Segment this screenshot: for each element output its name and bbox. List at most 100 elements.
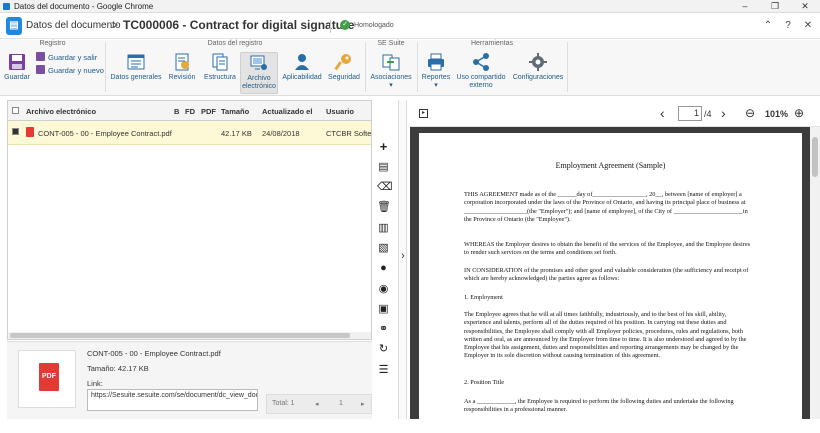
list-icon[interactable]: ☰ xyxy=(377,364,390,377)
chevron-right-icon[interactable]: › xyxy=(399,250,407,262)
restore-icon[interactable]: ❐ xyxy=(760,0,790,13)
link-icon[interactable]: ⚭ xyxy=(377,323,390,336)
trash-icon[interactable]: 🗑 xyxy=(377,201,391,214)
page-total: /4 xyxy=(704,109,712,119)
collapse-icon[interactable]: ⌃ xyxy=(761,19,775,33)
column-b[interactable]: B xyxy=(174,107,179,116)
chevron-down-icon: ▾ xyxy=(434,82,438,89)
row-checkbox[interactable] xyxy=(12,128,19,135)
group-divider xyxy=(105,42,106,92)
link-label: Link: xyxy=(87,379,103,388)
cell-tamano: 42.17 KB xyxy=(221,129,252,138)
pdf-icon: PDF xyxy=(39,363,59,391)
revision-button[interactable]: Revisión xyxy=(166,52,198,82)
electronic-file-button[interactable]: Archivo electrónico xyxy=(240,52,278,94)
close-window-icon[interactable]: ✕ xyxy=(790,0,820,13)
sidebar-toggle-icon[interactable]: ▸ xyxy=(419,109,428,118)
group-datos-title: Datos del registro xyxy=(207,40,263,47)
group-divider xyxy=(365,42,366,92)
columns-icon[interactable]: ▥ xyxy=(377,222,390,235)
zoom-in-icon[interactable]: ⊕ xyxy=(794,106,804,120)
cell-usuario: CTCBR Softexp xyxy=(326,129,371,138)
cell-archivo: CONT-005 - 00 - Employee Contract.pdf xyxy=(38,129,172,138)
document-page: Employment Agreement (Sample) THIS AGREE… xyxy=(419,133,802,433)
revision-icon xyxy=(175,53,189,71)
associations-icon xyxy=(382,54,400,71)
reports-dropdown[interactable]: Reportes ▾ xyxy=(420,52,452,90)
associations-dropdown[interactable]: Asociaciones ▾ xyxy=(369,52,413,90)
settings-button[interactable]: Configuraciones xyxy=(511,52,565,82)
total-count: Total: 1 xyxy=(272,400,295,407)
ribbon-toolbar: Registro Datos del registro SE Suite Her… xyxy=(0,40,820,96)
group-se-suite-title: SE Suite xyxy=(377,40,405,47)
add-file-icon[interactable]: ▤ xyxy=(377,161,390,174)
key-icon xyxy=(334,54,351,71)
column-usuario[interactable]: Usuario xyxy=(326,107,354,116)
select-all-checkbox[interactable] xyxy=(12,107,19,114)
column-archivo[interactable]: Archivo electrónico xyxy=(26,107,96,116)
screen-icon[interactable]: ▣ xyxy=(377,303,390,316)
table-row[interactable]: CONT-005 - 00 - Employee Contract.pdf 42… xyxy=(8,121,371,145)
structure-label: Estructura xyxy=(204,74,236,81)
document-heading: 1. Employment xyxy=(464,294,503,301)
refresh-icon[interactable]: ↻ xyxy=(377,343,390,356)
file-actions-toolbar: + ▤ ⌫ 🗑 ▥ ▧ ● ◉ ▣ ⚭ ↻ ☰ xyxy=(373,138,393,388)
structure-icon xyxy=(212,53,228,71)
revision-label: Revisión xyxy=(168,74,196,81)
save-and-new-button[interactable]: Guardar y nuevo xyxy=(36,65,104,76)
vertical-scrollbar[interactable] xyxy=(810,127,820,419)
electronic-file-icon xyxy=(250,55,267,70)
external-sharing-button[interactable]: Uso compartido externo xyxy=(455,52,507,90)
cell-actualizado: 24/08/2018 xyxy=(262,129,300,138)
prev-page-button[interactable]: ‹ xyxy=(660,105,665,121)
document-app-icon: ▤ xyxy=(6,17,22,35)
column-fd[interactable]: FD xyxy=(185,107,195,116)
page-title: TC000006 - Contract for digital signatur… xyxy=(123,18,355,32)
column-pdf[interactable]: PDF xyxy=(201,107,216,116)
column-tamano[interactable]: Tamaño xyxy=(221,107,249,116)
save-and-exit-button[interactable]: Guardar y salir xyxy=(36,52,97,63)
column-actualizado[interactable]: Actualizado el xyxy=(262,107,312,116)
erase-icon[interactable]: ⌫ xyxy=(377,181,393,194)
next-page-icon[interactable]: ▸ xyxy=(361,400,365,408)
zoom-out-icon[interactable]: ⊖ xyxy=(745,106,755,120)
close-icon[interactable]: ✕ xyxy=(801,19,815,33)
help-icon[interactable]: ? xyxy=(781,19,795,33)
document-title: Employment Agreement (Sample) xyxy=(555,161,666,170)
detail-size: Tamaño: 42.17 KB xyxy=(87,364,149,373)
next-page-button[interactable]: › xyxy=(721,105,726,121)
document-paragraph: The Employee agrees that he will at all … xyxy=(464,311,747,360)
scroll-thumb[interactable] xyxy=(10,333,350,338)
security-button[interactable]: Seguridad xyxy=(326,52,362,82)
document-paragraph: IN CONSIDERATION of the promises and oth… xyxy=(464,267,749,283)
eye-icon[interactable]: ◉ xyxy=(377,283,390,296)
group-registro-title: Registro xyxy=(39,40,66,47)
save-label: Guardar xyxy=(4,74,30,81)
document-paragraph: WHEREAS the Employer desires to obtain t… xyxy=(464,241,751,257)
link-field[interactable]: https://Sesuite.sesuite.com/se/document/… xyxy=(87,389,258,411)
horizontal-scrollbar[interactable] xyxy=(8,332,371,339)
prev-page-icon[interactable]: ◂ xyxy=(315,400,319,408)
structure-button[interactable]: Estructura xyxy=(202,52,238,82)
app-favicon-icon xyxy=(3,3,10,10)
add-icon[interactable]: + xyxy=(377,140,390,153)
browser-title-bar: Datos del documento - Google Chrome – ❐ … xyxy=(0,0,820,13)
breadcrumb-section[interactable]: Datos del documento xyxy=(26,20,121,31)
share-icon xyxy=(473,53,489,71)
save-new-icon xyxy=(36,65,45,74)
security-label: Seguridad xyxy=(328,74,360,81)
page-number-input[interactable]: 1 xyxy=(678,106,702,121)
save-button[interactable]: Guardar xyxy=(3,52,31,82)
applicability-button[interactable]: Aplicabilidad xyxy=(282,52,322,82)
scroll-thumb[interactable] xyxy=(812,137,818,177)
document-paragraph: As a ____________, the Employee is requi… xyxy=(464,398,734,414)
minimize-icon[interactable]: – xyxy=(730,0,760,13)
page-number[interactable]: 1 xyxy=(339,400,343,407)
download-icon[interactable]: ● xyxy=(377,262,390,275)
general-data-icon xyxy=(127,54,145,70)
document-check-icon[interactable]: ▧ xyxy=(377,242,390,255)
save-icon xyxy=(9,54,25,70)
document-viewer[interactable]: Employment Agreement (Sample) THIS AGREE… xyxy=(410,127,820,433)
panel-splitter[interactable]: › xyxy=(398,100,407,419)
general-data-button[interactable]: Datos generales xyxy=(110,52,162,82)
